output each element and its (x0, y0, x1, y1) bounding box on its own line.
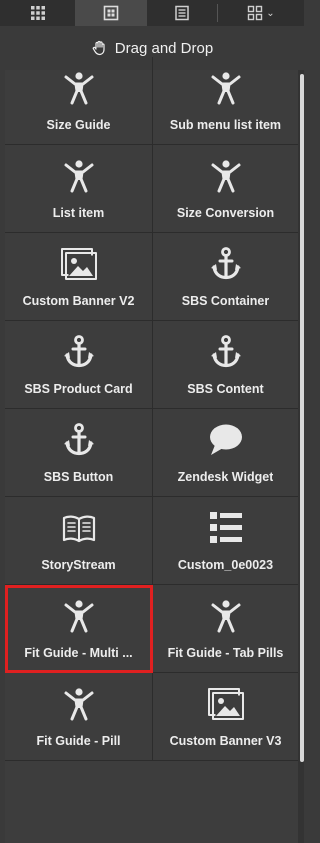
scrollbar-thumb[interactable] (300, 74, 304, 762)
person-icon (210, 71, 242, 105)
component-icon (103, 5, 119, 21)
widget-tile[interactable]: Fit Guide - Tab Pills (153, 585, 298, 673)
anchor-icon (210, 335, 242, 369)
chevron-down-icon: ⌄ (266, 7, 275, 19)
widget-tile[interactable]: Custom_0e0023 (153, 497, 298, 585)
widget-tile[interactable]: Fit Guide - Multi ... (5, 585, 153, 673)
widget-tile[interactable]: Sub menu list item (153, 57, 298, 145)
chat-bubble-icon (208, 423, 244, 457)
toolbar: ⌄ (0, 0, 304, 26)
widget-tile[interactable]: SBS Content (153, 321, 298, 409)
widget-label: Custom Banner V2 (22, 294, 135, 308)
widget-tile[interactable]: SBS Button (5, 409, 153, 497)
tab-grid[interactable] (0, 0, 75, 26)
widget-tile[interactable]: SBS Product Card (5, 321, 153, 409)
person-icon (63, 687, 95, 721)
image-icon (207, 687, 245, 721)
tab-layouts-dropdown[interactable]: ⌄ (218, 0, 304, 26)
widget-label: Custom Banner V3 (169, 734, 282, 748)
widget-tile[interactable]: Custom Banner V3 (153, 673, 298, 761)
person-icon (210, 599, 242, 633)
person-icon (63, 71, 95, 105)
book-icon (61, 511, 97, 545)
hand-icon (92, 40, 105, 56)
document-icon (175, 5, 189, 21)
widget-tile[interactable]: List item (5, 145, 153, 233)
person-icon (63, 599, 95, 633)
widget-label: Size Guide (46, 118, 111, 132)
widget-label: Fit Guide - Pill (36, 734, 121, 748)
widget-tile[interactable]: Zendesk Widget (153, 409, 298, 497)
widget-label: SBS Content (187, 382, 264, 396)
list-icon (208, 511, 244, 545)
widget-grid: Size Guide Sub menu list item List item … (5, 57, 298, 761)
layout-dropdown-icon (248, 5, 263, 21)
widget-tile[interactable]: SBS Container (153, 233, 298, 321)
person-icon (63, 159, 95, 193)
widget-tile[interactable]: Size Guide (5, 57, 153, 145)
widget-label: Sub menu list item (169, 118, 282, 132)
anchor-icon (63, 423, 95, 457)
tab-document[interactable] (147, 0, 217, 26)
anchor-icon (210, 247, 242, 281)
widget-label: SBS Container (181, 294, 270, 308)
widget-tile[interactable]: Size Conversion (153, 145, 298, 233)
tab-components[interactable] (75, 0, 147, 26)
widget-tile[interactable]: Fit Guide - Pill (5, 673, 153, 761)
widget-label: SBS Button (43, 470, 114, 484)
widget-label: SBS Product Card (24, 382, 133, 396)
widget-tile[interactable]: StoryStream (5, 497, 153, 585)
section-title: Drag and Drop (114, 39, 214, 57)
image-icon (60, 247, 98, 281)
widget-label: Fit Guide - Tab Pills (167, 646, 284, 660)
person-icon (210, 159, 242, 193)
widget-tile[interactable]: Custom Banner V2 (5, 233, 153, 321)
widget-label: List item (52, 206, 105, 220)
widget-label: Zendesk Widget (177, 470, 274, 484)
widget-label: StoryStream (41, 558, 116, 572)
widget-label: Custom_0e0023 (177, 558, 274, 572)
grid-icon (30, 6, 45, 20)
widget-label: Size Conversion (176, 206, 275, 220)
widget-label: Fit Guide - Multi ... (24, 646, 133, 660)
anchor-icon (63, 335, 95, 369)
